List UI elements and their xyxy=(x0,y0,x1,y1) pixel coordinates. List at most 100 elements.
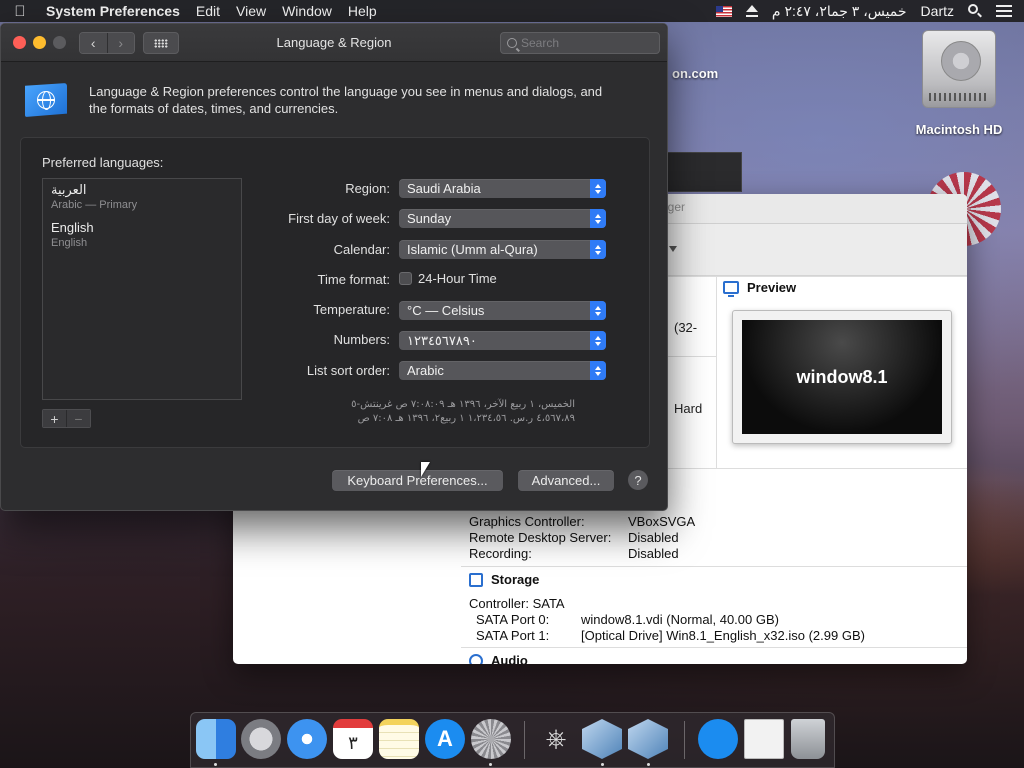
dock-separator xyxy=(684,721,685,759)
calendar-popup[interactable]: Islamic (Umm al-Qura) xyxy=(399,240,606,259)
back-button[interactable]: ‹ xyxy=(80,33,107,53)
eject-icon[interactable] xyxy=(745,5,758,17)
menu-help[interactable]: Help xyxy=(340,3,385,19)
finder-icon[interactable] xyxy=(196,719,236,759)
window-titlebar[interactable]: ‹ › Language & Region xyxy=(1,24,667,62)
running-indicator xyxy=(647,763,650,766)
zoom-window-button xyxy=(53,36,66,49)
forward-button[interactable]: › xyxy=(106,33,134,53)
chevron-right-icon: › xyxy=(118,35,124,51)
detail-value: Disabled xyxy=(628,546,679,561)
preview-label: Preview xyxy=(747,280,797,295)
detail-value: VBoxSVGA xyxy=(628,514,696,529)
storage-value: window8.1.vdi (Normal, 40.00 GB) xyxy=(581,612,779,627)
audio-icon xyxy=(469,653,483,664)
detail-key: Remote Desktop Server: xyxy=(469,530,612,545)
apple-menu-icon[interactable]:  xyxy=(0,3,40,20)
menu-clock[interactable]: خميس، ٣ جما٢، ٢:٤٧ م xyxy=(772,3,907,20)
menu-bar:  System Preferences Edit View Window He… xyxy=(0,0,1024,22)
vbox-detail-fragment: Hard xyxy=(674,401,703,416)
virtualbox-icon[interactable] xyxy=(582,719,622,759)
number-format-sample: ٤،٥٦٧،٨٩ ر.س. ١،٢٣٤،٥٦ ١ ربيع٢، ١٣٩٦ هـ … xyxy=(357,413,575,424)
24-hour-time-checkbox[interactable] xyxy=(399,272,412,285)
list-sort-order-value: Arabic xyxy=(407,363,444,378)
chevron-left-icon: ‹ xyxy=(90,35,96,51)
vm-preview-screen: window8.1 xyxy=(742,320,942,434)
menu-view[interactable]: View xyxy=(228,3,274,19)
detail-key: Graphics Controller: xyxy=(469,514,585,529)
calendar-day: ٣ xyxy=(348,733,358,753)
spotlight-search-icon[interactable] xyxy=(968,4,982,18)
macintosh-hd-desktop-icon[interactable]: Macintosh HD xyxy=(904,30,1014,137)
help-button[interactable]: ? xyxy=(628,470,648,490)
24-hour-time-label[interactable]: 24-Hour Time xyxy=(418,271,497,286)
list-sort-order-popup[interactable]: Arabic xyxy=(399,361,606,380)
language-region-window: ‹ › Language & Region Language & Region … xyxy=(0,23,668,511)
first-day-popup[interactable]: Sunday xyxy=(399,209,606,228)
vbox-detail-fragment: (32- xyxy=(674,320,698,335)
calendar-value: Islamic (Umm al-Qura) xyxy=(407,242,538,257)
pane-description: Language & Region preferences control th… xyxy=(89,84,603,116)
popup-stepper-icon xyxy=(590,361,606,380)
safari-icon[interactable] xyxy=(287,719,327,759)
first-day-label: First day of week: xyxy=(288,211,390,226)
storage-key: SATA Port 1: xyxy=(476,628,550,643)
temperature-popup[interactable]: °C — Celsius xyxy=(399,301,606,320)
language-subtitle: Arabic — Primary xyxy=(51,199,138,211)
menu-user-name[interactable]: Dartz xyxy=(921,3,954,19)
background-window-fragment xyxy=(662,152,742,192)
settings-panel: Preferred languages: العربية Arabic — Pr… xyxy=(20,137,650,448)
app-store-icon[interactable]: A xyxy=(425,719,465,759)
region-value: Saudi Arabia xyxy=(407,181,481,196)
popup-stepper-icon xyxy=(590,240,606,259)
remove-language-button[interactable]: − xyxy=(66,410,90,427)
utility-app-icon[interactable]: ⎈ xyxy=(536,719,576,759)
dock: ٣ A ⎈ xyxy=(190,712,835,768)
minimize-window-button[interactable] xyxy=(33,36,46,49)
date-format-sample: الخميس، ١ ربيع الآخر، ١٣٩٦ هـ ٧:٠٨:٠٩ ص … xyxy=(351,399,575,410)
storage-key: SATA Port 0: xyxy=(476,612,550,627)
numbers-popup[interactable]: ١٢٣٤٥٦٧٨٩٠ xyxy=(399,331,606,350)
preview-header: Preview xyxy=(723,280,797,297)
add-remove-language-control: + − xyxy=(42,409,91,428)
storage-section-header[interactable]: Storage xyxy=(461,566,967,592)
notification-center-icon[interactable] xyxy=(996,5,1012,17)
menu-window[interactable]: Window xyxy=(274,3,340,19)
temperature-value: °C — Celsius xyxy=(407,303,485,318)
keyboard-preferences-button[interactable]: Keyboard Preferences... xyxy=(332,470,503,491)
menu-edit[interactable]: Edit xyxy=(188,3,228,19)
audio-section-header[interactable]: Audio xyxy=(461,647,967,664)
list-sort-order-label: List sort order: xyxy=(306,363,390,378)
storage-label: Storage xyxy=(491,572,540,587)
close-window-button[interactable] xyxy=(13,36,26,49)
launchpad-icon[interactable] xyxy=(241,719,281,759)
search-input[interactable] xyxy=(521,36,641,50)
first-day-value: Sunday xyxy=(407,211,452,226)
advanced-button[interactable]: Advanced... xyxy=(518,470,614,491)
app-store-glyph: A xyxy=(437,726,453,751)
popup-stepper-icon xyxy=(590,209,606,228)
running-indicator xyxy=(489,763,492,766)
grid-icon xyxy=(154,38,168,48)
dropdown-arrow-icon[interactable] xyxy=(669,246,677,252)
trash-icon[interactable] xyxy=(791,719,825,759)
monitor-icon xyxy=(723,281,739,297)
app-store-download-icon[interactable] xyxy=(698,719,738,759)
calendar-label: Calendar: xyxy=(333,242,390,257)
document-icon[interactable] xyxy=(744,719,784,759)
time-format-row: 24-Hour Time xyxy=(399,271,497,286)
search-field[interactable] xyxy=(500,32,660,54)
region-popup[interactable]: Saudi Arabia xyxy=(399,179,606,198)
add-language-button[interactable]: + xyxy=(43,410,66,427)
detail-value: Disabled xyxy=(628,530,679,545)
popup-stepper-icon xyxy=(590,301,606,320)
virtualbox-vm-icon[interactable] xyxy=(628,719,668,759)
calendar-icon[interactable]: ٣ xyxy=(333,719,373,759)
menu-app-name[interactable]: System Preferences xyxy=(40,3,188,19)
show-all-button[interactable] xyxy=(143,32,179,54)
notes-icon[interactable] xyxy=(379,719,419,759)
mouse-pointer-icon xyxy=(421,462,430,477)
input-source-flag-icon[interactable] xyxy=(715,5,732,17)
vm-preview-name: window8.1 xyxy=(796,366,888,387)
system-preferences-icon[interactable] xyxy=(471,719,511,759)
